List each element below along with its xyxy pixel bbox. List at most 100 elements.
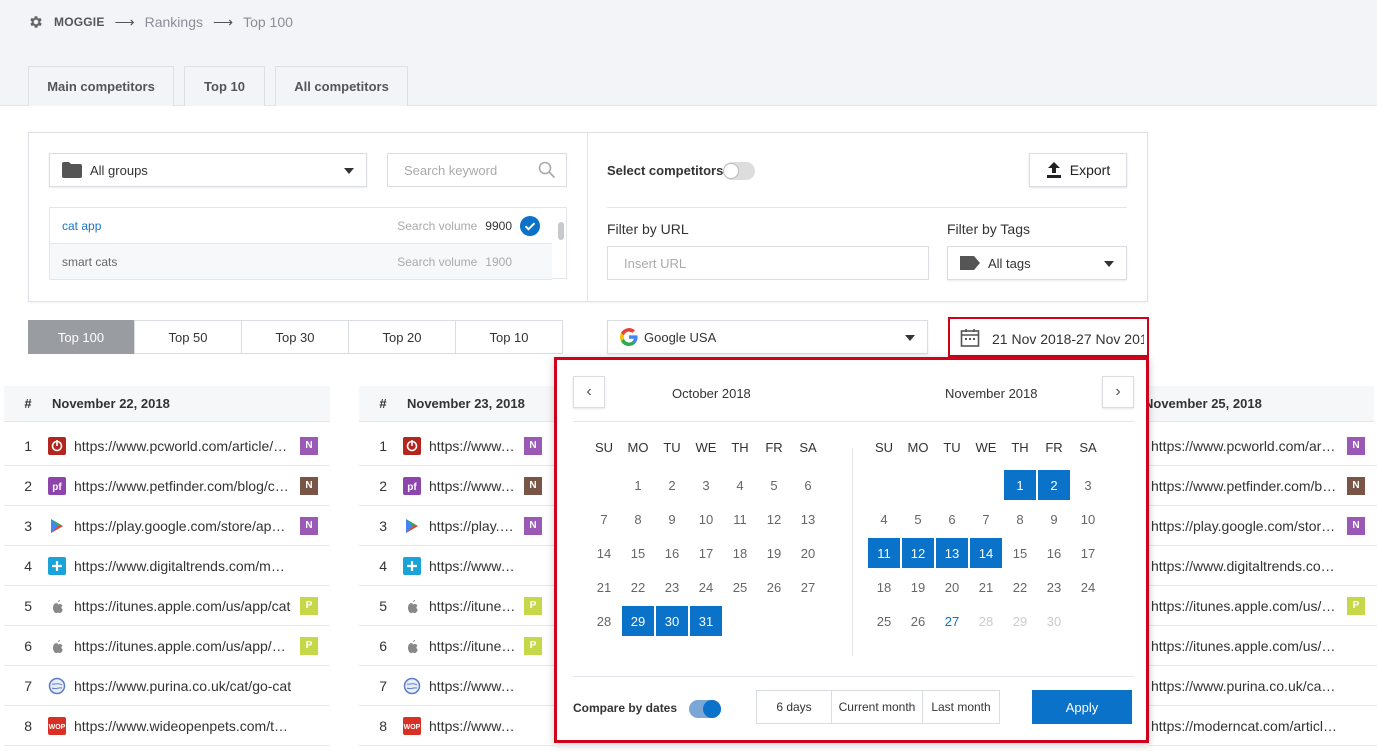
date-range-field[interactable]: 21 Nov 2018-27 Nov 2018 <box>948 317 1149 357</box>
calendar-day[interactable]: 24 <box>1072 572 1104 602</box>
calendar-day[interactable]: 2 <box>656 470 688 500</box>
search-icon[interactable] <box>538 161 556 179</box>
result-url[interactable]: https://www.pcworld.com/article/3237180/… <box>74 438 292 454</box>
calendar-day[interactable]: 27 <box>792 572 824 602</box>
calendar-day[interactable]: 4 <box>868 504 900 534</box>
calendar-day[interactable]: 27 <box>936 606 968 636</box>
calendar-day[interactable]: 12 <box>902 538 934 568</box>
result-url[interactable]: https://www.digitaltrends.com/mobile/cat… <box>74 558 292 574</box>
calendar-day[interactable]: 19 <box>902 572 934 602</box>
calendar-day[interactable]: 8 <box>1004 504 1036 534</box>
preset-current-month[interactable]: Current month <box>831 690 923 724</box>
calendar-day[interactable]: 1 <box>1004 470 1036 500</box>
keyword-scrollbar[interactable] <box>558 212 564 276</box>
calendar-day[interactable]: 22 <box>622 572 654 602</box>
table-row[interactable]: https://www.pcworld.com/article/3237180/… <box>1149 426 1377 466</box>
calendar-day[interactable]: 23 <box>656 572 688 602</box>
url-input[interactable]: Insert URL <box>607 246 929 280</box>
table-row[interactable]: https://www.digitaltrends.com/mobile/cat… <box>1149 546 1377 586</box>
table-row[interactable]: 6 https://itunes.apple.com/us/app/cat-2 P <box>359 626 554 666</box>
calendar-day[interactable]: 16 <box>1038 538 1070 568</box>
calendar-day[interactable]: 10 <box>690 504 722 534</box>
tab-top-50[interactable]: Top 50 <box>134 320 242 354</box>
apply-button[interactable]: Apply <box>1032 690 1132 724</box>
tab-top-20[interactable]: Top 20 <box>348 320 456 354</box>
result-url[interactable]: https://itunes.apple.com/us/app/cat-2 <box>429 638 516 654</box>
result-url[interactable]: https://moderncat.com/articles/apps <box>1149 718 1339 734</box>
table-row[interactable]: 4 https://www.digitaltrends.com/mobile/ca… <box>359 546 554 586</box>
result-url[interactable]: https://www.petfinder.com/blog/cat-apps <box>1149 478 1339 494</box>
table-row[interactable]: 5 https://itunes.apple.com/us/app/cat P <box>359 586 554 626</box>
keyword-row[interactable]: cat app Search volume 9900 <box>50 208 552 244</box>
result-url[interactable]: https://www.pcworld.com/article/3237180/… <box>429 438 516 454</box>
result-url[interactable]: https://itunes.apple.com/us/app/cat <box>74 598 292 614</box>
result-url[interactable]: https://itunes.apple.com/us/app/cat <box>1149 598 1339 614</box>
calendar-day[interactable]: 31 <box>690 606 722 636</box>
table-row[interactable]: https://moderncat.com/articles/apps <box>1149 706 1377 746</box>
calendar-day[interactable]: 25 <box>724 572 756 602</box>
table-row[interactable]: 2 pf https://www.petfinder.com/blog/cat-ap… <box>4 466 330 506</box>
calendar-day[interactable]: 30 <box>656 606 688 636</box>
result-url[interactable]: https://www.petfinder.com/blog/cat-apps <box>429 478 516 494</box>
table-row[interactable]: 5 https://itunes.apple.com/us/app/cat P <box>4 586 330 626</box>
calendar-day[interactable]: 11 <box>868 538 900 568</box>
check-circle-icon[interactable] <box>520 215 540 236</box>
calendar-day[interactable]: 25 <box>868 606 900 636</box>
calendar-day[interactable]: 18 <box>868 572 900 602</box>
result-url[interactable]: https://play.google.com/store/apps/cat <box>1149 518 1339 534</box>
calendar-day[interactable]: 13 <box>792 504 824 534</box>
calendar-day[interactable]: 3 <box>690 470 722 500</box>
result-url[interactable]: https://play.google.com/store/apps/cat <box>429 518 516 534</box>
calendar-day[interactable]: 26 <box>758 572 790 602</box>
calendar-day[interactable]: 9 <box>1038 504 1070 534</box>
calendar-day[interactable]: 20 <box>792 538 824 568</box>
calendar-day[interactable]: 17 <box>1072 538 1104 568</box>
prev-month-button[interactable]: ‹ <box>573 376 605 408</box>
calendar-day[interactable]: 19 <box>758 538 790 568</box>
calendar-day[interactable]: 3 <box>1072 470 1104 500</box>
table-row[interactable]: 8 WOP https://www.wideopenpets.com/top-cat… <box>359 706 554 746</box>
table-row[interactable]: 7 https://www.purina.co.uk/cat/go-cat <box>359 666 554 706</box>
calendar-day[interactable]: 7 <box>588 504 620 534</box>
calendar-day[interactable]: 10 <box>1072 504 1104 534</box>
compare-dates-toggle[interactable] <box>689 700 721 718</box>
result-url[interactable]: https://www.wideopenpets.com/top-cat-app… <box>429 718 516 734</box>
tab-top-10-rank[interactable]: Top 10 <box>455 320 563 354</box>
table-row[interactable]: https://itunes.apple.com/us/app/cat P <box>1149 586 1377 626</box>
result-url[interactable]: https://www.wideopenpets.com/top-cat-app… <box>74 718 292 734</box>
calendar-day[interactable]: 6 <box>792 470 824 500</box>
result-url[interactable]: https://itunes.apple.com/us/app/cat-2 <box>74 638 292 654</box>
table-row[interactable]: 3 https://play.google.com/store/apps/cat N <box>359 506 554 546</box>
result-url[interactable]: https://itunes.apple.com/us/app/cat <box>429 598 516 614</box>
calendar-day[interactable]: 12 <box>758 504 790 534</box>
tab-main-competitors[interactable]: Main competitors <box>28 66 174 106</box>
tab-top-10[interactable]: Top 10 <box>184 66 265 106</box>
brand-link[interactable]: MOGGIE <box>54 15 105 29</box>
calendar-day[interactable]: 4 <box>724 470 756 500</box>
select-competitors-toggle[interactable] <box>723 162 755 180</box>
calendar-day[interactable]: 6 <box>936 504 968 534</box>
calendar-day[interactable]: 21 <box>970 572 1002 602</box>
search-keyword-input[interactable]: Search keyword <box>387 153 567 187</box>
table-row[interactable]: 7 https://www.purina.co.uk/cat/go-cat <box>4 666 330 706</box>
calendar-day[interactable]: 17 <box>690 538 722 568</box>
calendar-day[interactable]: 9 <box>656 504 688 534</box>
table-row[interactable]: https://play.google.com/store/apps/cat N <box>1149 506 1377 546</box>
keyword-row[interactable]: smart cats Search volume 1900 <box>50 244 552 280</box>
table-row[interactable]: 1 https://www.pcworld.com/article/3237180… <box>359 426 554 466</box>
calendar-day[interactable]: 21 <box>588 572 620 602</box>
search-engine-select[interactable]: Google USA <box>607 320 928 354</box>
calendar-day[interactable]: 2 <box>1038 470 1070 500</box>
calendar-day[interactable]: 7 <box>970 504 1002 534</box>
preset-6-days[interactable]: 6 days <box>756 690 832 724</box>
result-url[interactable]: https://www.digitaltrends.com/mobile/cat… <box>429 558 516 574</box>
gear-icon[interactable] <box>28 14 44 30</box>
table-row[interactable]: https://www.purina.co.uk/cat/go-cat <box>1149 666 1377 706</box>
table-row[interactable]: 3 https://play.google.com/store/apps/cat N <box>4 506 330 546</box>
tags-select[interactable]: All tags <box>947 246 1127 280</box>
scrollbar-thumb[interactable] <box>558 222 564 240</box>
tab-all-competitors[interactable]: All competitors <box>275 66 408 106</box>
result-url[interactable]: https://www.digitaltrends.com/mobile/cat… <box>1149 558 1339 574</box>
calendar-day[interactable]: 18 <box>724 538 756 568</box>
table-row[interactable]: 6 https://itunes.apple.com/us/app/cat-2 P <box>4 626 330 666</box>
